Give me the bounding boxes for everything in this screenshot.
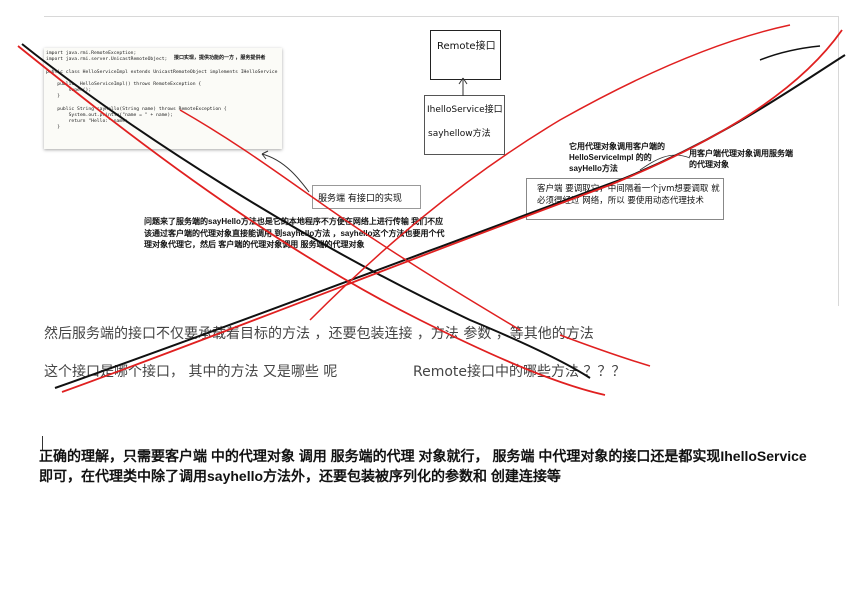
annotation-strokes bbox=[17, 24, 846, 396]
red-strike-2 bbox=[61, 29, 843, 393]
red-strike-3 bbox=[179, 109, 521, 331]
server-to-code-arrow bbox=[261, 153, 310, 193]
black-strike-3 bbox=[759, 45, 821, 61]
red-strike-5 bbox=[559, 334, 651, 367]
black-strike-2 bbox=[54, 54, 846, 389]
black-strike-1 bbox=[21, 43, 591, 379]
